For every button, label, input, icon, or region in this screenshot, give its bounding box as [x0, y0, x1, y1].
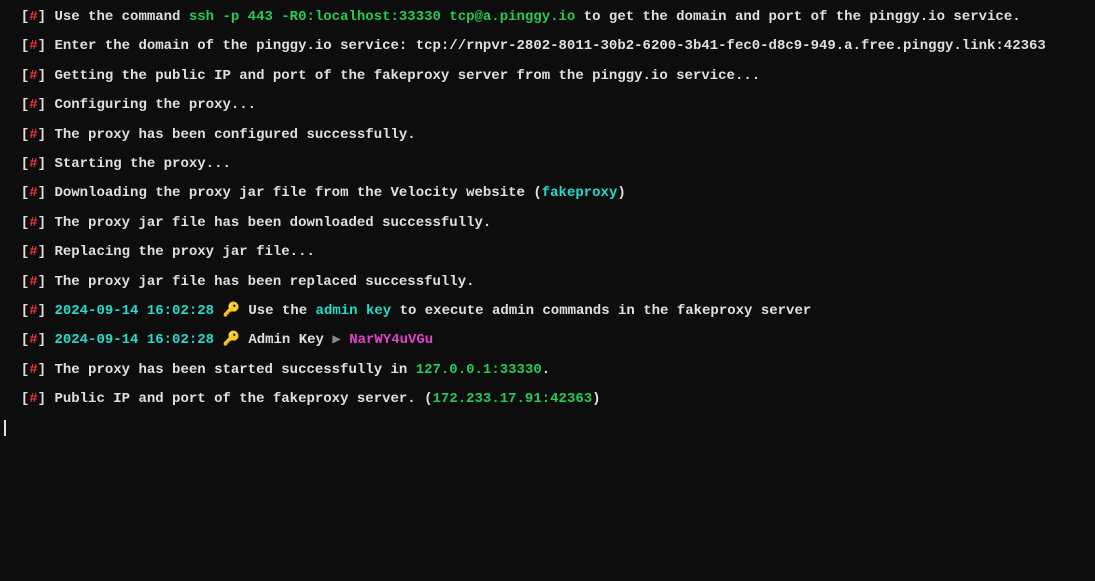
log-text: Admin Key — [240, 332, 332, 348]
log-line: [#] Use the command ssh -p 443 -R0:local… — [4, 8, 1091, 27]
log-text: Starting the proxy... — [54, 156, 230, 172]
log-line: [#] The proxy jar file has been download… — [4, 214, 1091, 233]
prefix-bracket-close: ] — [38, 332, 46, 348]
log-line: [#] 2024-09-14 16:02:28 🔑 Admin Key ▶ Na… — [4, 331, 1091, 350]
prefix-bracket-open: [ — [21, 215, 29, 231]
admin-key-label: admin key — [316, 303, 392, 319]
prefix-bracket-close: ] — [38, 215, 46, 231]
log-line: [#] Getting the public IP and port of th… — [4, 67, 1091, 86]
log-text: The proxy has been configured successful… — [54, 127, 415, 143]
public-address: 172.233.17.91:42363 — [433, 391, 593, 407]
log-text: to execute admin commands in the fakepro… — [391, 303, 811, 319]
log-text: Use the — [240, 303, 316, 319]
log-line: [#] The proxy has been started successfu… — [4, 361, 1091, 380]
prefix-bracket-close: ] — [38, 274, 46, 290]
prefix-bracket-close: ] — [38, 9, 46, 25]
log-line: [#] The proxy has been configured succes… — [4, 126, 1091, 145]
prefix-bracket-open: [ — [21, 303, 29, 319]
log-text: Use the command — [54, 9, 188, 25]
log-text: Downloading the proxy jar file from the … — [54, 185, 533, 201]
log-text: . — [542, 362, 550, 378]
log-line: [#] Downloading the proxy jar file from … — [4, 184, 1091, 203]
admin-key-value: NarWY4uVGu — [349, 332, 433, 348]
log-text: Enter the domain of the pinggy.io servic… — [54, 38, 415, 54]
prefix-bracket-close: ] — [38, 127, 46, 143]
prefix-bracket-close: ] — [38, 244, 46, 260]
log-text: Public IP and port of the fakeproxy serv… — [54, 391, 424, 407]
prefix-bracket-close: ] — [38, 97, 46, 113]
prefix-bracket-open: [ — [21, 274, 29, 290]
prefix-bracket-close: ] — [38, 303, 46, 319]
paren-close: ) — [617, 185, 625, 201]
prefix-hash: # — [29, 156, 37, 172]
prefix-hash: # — [29, 391, 37, 407]
prefix-bracket-close: ] — [38, 185, 46, 201]
log-line: [#] Configuring the proxy... — [4, 96, 1091, 115]
log-line: [#] Replacing the proxy jar file... — [4, 243, 1091, 262]
prefix-hash: # — [29, 97, 37, 113]
log-text: Configuring the proxy... — [54, 97, 256, 113]
timestamp: 2024-09-14 16:02:28 — [54, 332, 214, 348]
prefix-hash: # — [29, 244, 37, 260]
timestamp: 2024-09-14 16:02:28 — [54, 303, 214, 319]
prefix-hash: # — [29, 362, 37, 378]
log-line: [#] 2024-09-14 16:02:28 🔑 Use the admin … — [4, 302, 1091, 321]
ssh-command: ssh -p 443 -R0:localhost:33330 tcp@a.pin… — [189, 9, 575, 25]
prefix-bracket-open: [ — [21, 156, 29, 172]
prefix-hash: # — [29, 38, 37, 54]
cursor-icon — [4, 420, 6, 436]
prefix-bracket-open: [ — [21, 185, 29, 201]
log-text: The proxy jar file has been downloaded s… — [54, 215, 491, 231]
log-text: The proxy has been started successfully … — [54, 362, 415, 378]
paren-open: ( — [424, 391, 432, 407]
prefix-bracket-open: [ — [21, 332, 29, 348]
prefix-bracket-open: [ — [21, 244, 29, 260]
local-address: 127.0.0.1:33330 — [416, 362, 542, 378]
prefix-bracket-close: ] — [38, 362, 46, 378]
log-line: [#] Public IP and port of the fakeproxy … — [4, 390, 1091, 409]
prefix-hash: # — [29, 303, 37, 319]
log-line: [#] The proxy jar file has been replaced… — [4, 273, 1091, 292]
log-text: The proxy jar file has been replaced suc… — [54, 274, 474, 290]
prefix-bracket-open: [ — [21, 38, 29, 54]
cursor-line[interactable] — [4, 419, 1091, 438]
key-icon: 🔑 — [222, 332, 239, 348]
prefix-hash: # — [29, 9, 37, 25]
log-line: [#] Enter the domain of the pinggy.io se… — [4, 37, 1091, 56]
prefix-bracket-open: [ — [21, 97, 29, 113]
prefix-bracket-close: ] — [38, 391, 46, 407]
prefix-bracket-open: [ — [21, 362, 29, 378]
prefix-bracket-open: [ — [21, 391, 29, 407]
key-icon: 🔑 — [222, 303, 239, 319]
paren-close: ) — [592, 391, 600, 407]
prefix-bracket-close: ] — [38, 38, 46, 54]
prefix-hash: # — [29, 68, 37, 84]
prefix-bracket-open: [ — [21, 68, 29, 84]
prefix-hash: # — [29, 332, 37, 348]
log-line: [#] Starting the proxy... — [4, 155, 1091, 174]
prefix-hash: # — [29, 274, 37, 290]
prefix-bracket-close: ] — [38, 68, 46, 84]
log-text: to get the domain and port of the pinggy… — [575, 9, 1020, 25]
domain-input-value: tcp://rnpvr-2802-8011-30b2-6200-3b41-fec… — [416, 38, 1046, 54]
prefix-hash: # — [29, 215, 37, 231]
proxy-name: fakeproxy — [542, 185, 618, 201]
paren-open: ( — [533, 185, 541, 201]
prefix-hash: # — [29, 185, 37, 201]
prefix-bracket-open: [ — [21, 127, 29, 143]
prefix-hash: # — [29, 127, 37, 143]
terminal-output: [#] Use the command ssh -p 443 -R0:local… — [4, 8, 1091, 438]
prefix-bracket-open: [ — [21, 9, 29, 25]
log-text: Getting the public IP and port of the fa… — [54, 68, 760, 84]
arrow-icon: ▶ — [332, 332, 349, 348]
prefix-bracket-close: ] — [38, 156, 46, 172]
log-text: Replacing the proxy jar file... — [54, 244, 314, 260]
